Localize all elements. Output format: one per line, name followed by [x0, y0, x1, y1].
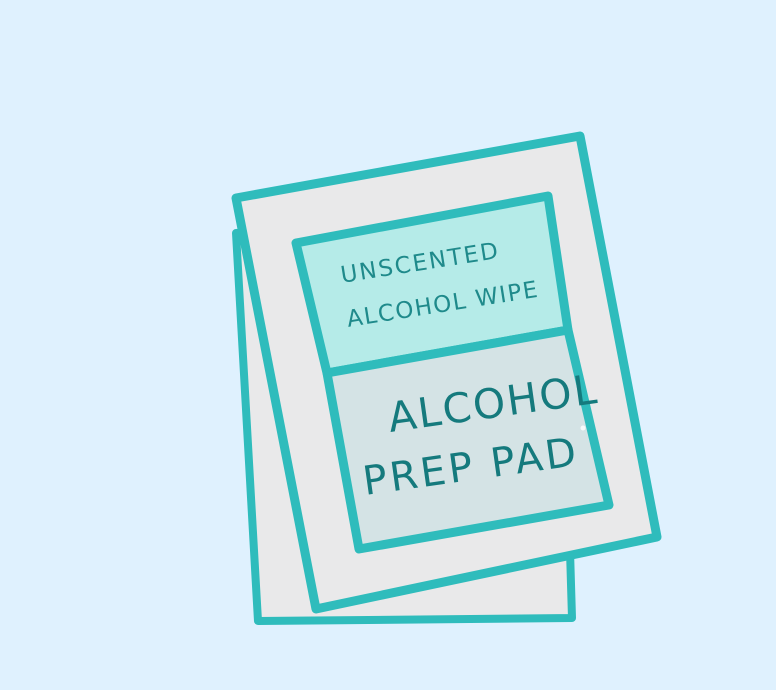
illustration-canvas: UNSCENTED ALCOHOL WIPE ALCOHOL PREP PAD	[0, 0, 776, 690]
shine-dot	[580, 425, 586, 431]
alcohol-prep-pad-illustration: UNSCENTED ALCOHOL WIPE ALCOHOL PREP PAD	[231, 131, 662, 625]
